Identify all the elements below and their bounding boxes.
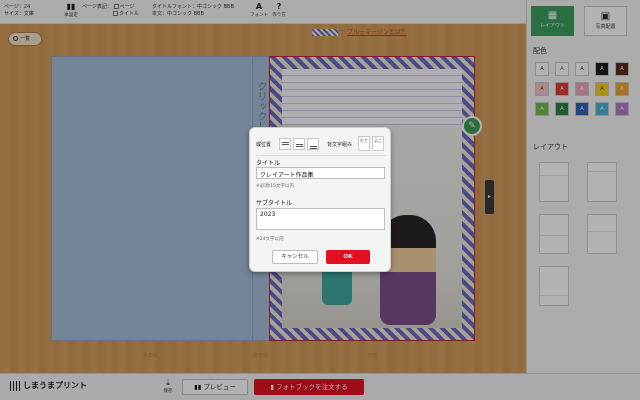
subtitle-hint: ※24文字以内	[256, 237, 284, 242]
spine-vertical-button[interactable]: たて	[358, 136, 370, 151]
subtitle-label: サブタイトル	[256, 200, 293, 207]
ok-button[interactable]: OK	[326, 250, 370, 264]
title-hint: ※必須/15文字以内	[256, 184, 295, 189]
title-label: タイトル	[256, 160, 281, 167]
align-bottom-button[interactable]	[307, 138, 319, 150]
align-top-button[interactable]	[279, 138, 291, 150]
dialog-options-row: 縦位置 背文字組み たて よこ	[256, 136, 386, 152]
spine-horizontal-button[interactable]: よこ	[372, 136, 384, 151]
title-input[interactable]: クレイアート作品集	[256, 167, 385, 179]
position-label: 縦位置	[256, 142, 272, 148]
spine-direction-label: 背文字組み	[327, 142, 353, 148]
title-edit-dialog: 縦位置 背文字組み たて よこ タイトル クレイアート作品集 ※必須/15文字以…	[249, 127, 391, 272]
subtitle-input[interactable]: 2023	[256, 208, 385, 230]
align-middle-button[interactable]	[293, 138, 305, 150]
dialog-divider	[256, 155, 386, 156]
cancel-button[interactable]: キャンセル	[272, 250, 318, 264]
